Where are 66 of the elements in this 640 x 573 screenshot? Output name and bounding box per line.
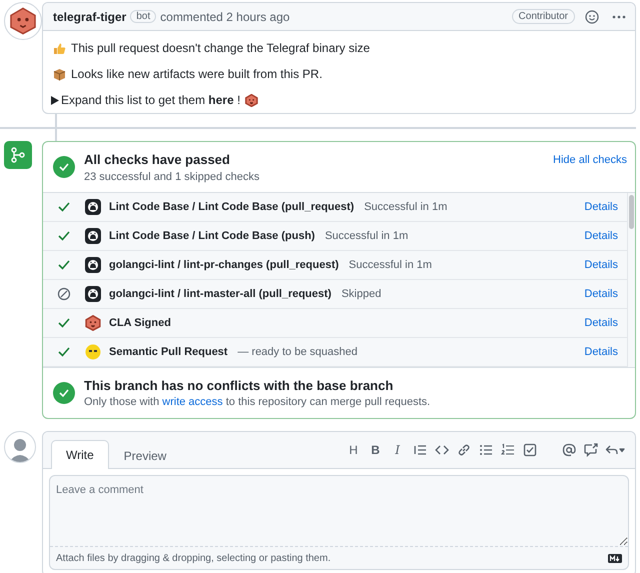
- tiger-icon: [85, 315, 101, 331]
- check-status: Successful in 1m: [364, 201, 448, 213]
- disclosure-triangle-icon[interactable]: [51, 96, 59, 104]
- details-link[interactable]: Details: [584, 317, 618, 329]
- comment-input[interactable]: Leave a comment: [50, 476, 628, 546]
- check-icon: [58, 387, 70, 399]
- merge-title: This branch has no conflicts with the base branch: [84, 378, 394, 393]
- smiley-icon[interactable]: [585, 10, 599, 24]
- user-avatar[interactable]: [4, 431, 36, 463]
- bold-button[interactable]: B: [366, 440, 385, 460]
- editor-tab[interactable]: Preview: [108, 441, 182, 469]
- bullet-list-icon: [478, 443, 492, 457]
- author-link[interactable]: telegraf-tiger: [53, 10, 126, 24]
- contributor-label: Contributor: [512, 9, 575, 24]
- reference-icon: [584, 443, 598, 457]
- github-icon: [85, 228, 101, 244]
- comment-text: Looks like new artifacts were built from this PR.: [71, 67, 322, 81]
- mention-icon: [562, 443, 576, 457]
- write-access-link[interactable]: write access: [162, 396, 223, 408]
- check-icon: [58, 161, 70, 173]
- checks-summary: 23 successful and 1 skipped checks: [84, 170, 260, 182]
- check-status: Skipped: [341, 288, 382, 300]
- editor-tab[interactable]: Write: [51, 440, 109, 469]
- bot-label: bot: [130, 10, 156, 23]
- github-icon: [85, 257, 101, 273]
- details-link[interactable]: Details: [584, 259, 618, 271]
- markdown-icon: [608, 554, 622, 562]
- thumbs-up-icon: [53, 42, 66, 54]
- comment-field[interactable]: Leave a comment Attach files by dragging & dropping, selecting or pasting them.: [49, 475, 629, 570]
- checks-title: All checks have passed: [84, 152, 231, 166]
- details-link[interactable]: Details: [584, 288, 618, 300]
- check-name: Semantic Pull Request: [109, 346, 228, 358]
- comment-time: commented 2 hours ago: [160, 10, 290, 24]
- github-icon: [85, 286, 101, 302]
- code-icon: [434, 443, 448, 457]
- details-link[interactable]: Details: [584, 201, 618, 213]
- semantic-app-icon: [85, 344, 101, 360]
- bot-avatar[interactable]: [4, 2, 42, 40]
- check-status: Successful in 1m: [324, 230, 408, 242]
- comment-text: Expand this list to get them here !: [61, 93, 240, 107]
- tiger-icon: [9, 7, 37, 35]
- package-icon: [53, 68, 66, 80]
- hide-checks-link[interactable]: Hide all checks: [553, 154, 627, 166]
- quote-icon: [412, 443, 426, 457]
- github-icon: [85, 199, 101, 215]
- task-list-icon: [522, 443, 536, 457]
- details-link[interactable]: Details: [584, 346, 618, 358]
- merge-note: Only those with write access to this repository can merge pull requests.: [84, 396, 432, 408]
- check-name: golangci-lint / lint-master-all (pull_request): [109, 288, 332, 300]
- check-name: Lint Code Base / Lint Code Base (pull_request): [109, 201, 354, 213]
- italic-button[interactable]: I: [388, 440, 407, 460]
- numbered-list-icon: [500, 443, 514, 457]
- check-status: — ready to be squashed: [238, 346, 358, 358]
- link-icon: [456, 443, 470, 457]
- check-status: Successful in 1m: [348, 259, 432, 271]
- check-name: Lint Code Base / Lint Code Base (push): [109, 230, 315, 242]
- branch-icon: [11, 147, 25, 163]
- reply-icon: [605, 443, 625, 457]
- check-name: golangci-lint / lint-pr-changes (pull_request): [109, 259, 339, 271]
- comment-text: This pull request doesn't change the Telegraf binary size: [71, 41, 370, 55]
- check-name: CLA Signed: [109, 317, 171, 329]
- details-link[interactable]: Details: [584, 230, 618, 242]
- attach-hint: Attach files by dragging & dropping, selecting or pasting them.: [56, 552, 331, 564]
- tiger-icon: [245, 94, 258, 106]
- scrollbar-thumb[interactable]: [629, 195, 634, 229]
- heading-button[interactable]: H: [344, 440, 363, 460]
